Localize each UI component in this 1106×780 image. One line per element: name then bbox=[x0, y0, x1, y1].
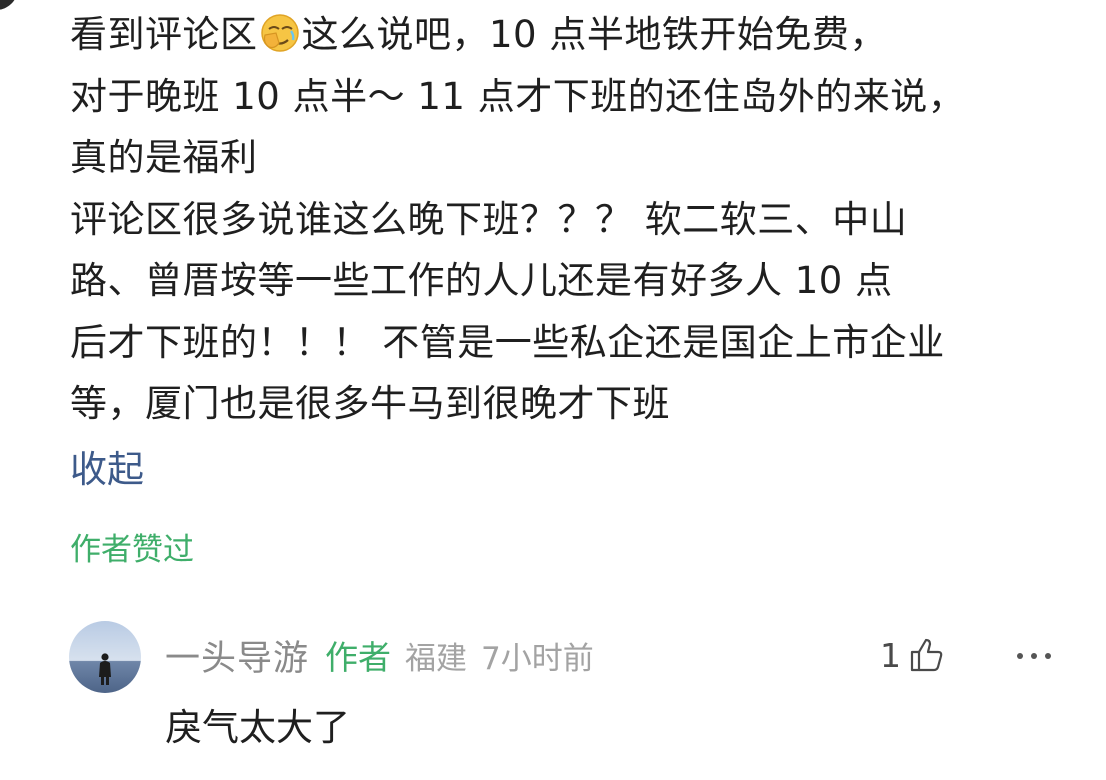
comment-line-2: 对于晚班 10 点半～ 11 点才下班的还住岛外的来说， bbox=[70, 74, 966, 118]
more-dots-icon bbox=[1017, 653, 1051, 659]
thumbs-up-icon bbox=[910, 638, 943, 672]
face-palm-emoji-icon bbox=[260, 14, 299, 52]
comment-line-5: 路、曾厝垵等一些工作的人儿还是有好多人 10 点 bbox=[70, 259, 893, 302]
author-liked-label: 作者赞过 bbox=[70, 532, 194, 568]
reply-time: 7小时前 bbox=[481, 640, 594, 677]
more-options-button[interactable] bbox=[1010, 636, 1058, 676]
comment-line-7: 等，厦门也是很多牛马到很晚才下班 bbox=[70, 382, 670, 425]
comment-line-3: 真的是福利 bbox=[70, 136, 258, 179]
comment-body: 看到评论区 这么说吧，10 点半地铁开始免费， 对于晚班 10 点半～ 11 点… bbox=[70, 4, 1080, 435]
author-badge: 作者 bbox=[325, 638, 392, 677]
reply-text: 戾气太大了 bbox=[165, 706, 350, 749]
like-count: 1 bbox=[880, 635, 901, 675]
user-avatar-icon bbox=[69, 621, 141, 693]
comment-line-6: 后才下班的！！！ 不管是一些私企还是国企上市企业 bbox=[70, 320, 945, 364]
collapse-link[interactable]: 收起 bbox=[70, 439, 144, 500]
reply-avatar[interactable] bbox=[69, 621, 141, 693]
reply-header: 一头导游 作者 福建 7小时前 bbox=[165, 630, 594, 680]
reply-location: 福建 bbox=[405, 640, 468, 677]
comment-line-4: 评论区很多说谁这么晚下班？？？ 软二软三、中山 bbox=[70, 197, 908, 241]
like-button[interactable]: 1 bbox=[880, 630, 947, 680]
previous-avatar[interactable] bbox=[0, 0, 18, 10]
reply-author-name[interactable]: 一头导游 bbox=[165, 630, 309, 681]
comment-line-1: 看到评论区 这么说吧，10 点半地铁开始免费， bbox=[70, 13, 887, 56]
